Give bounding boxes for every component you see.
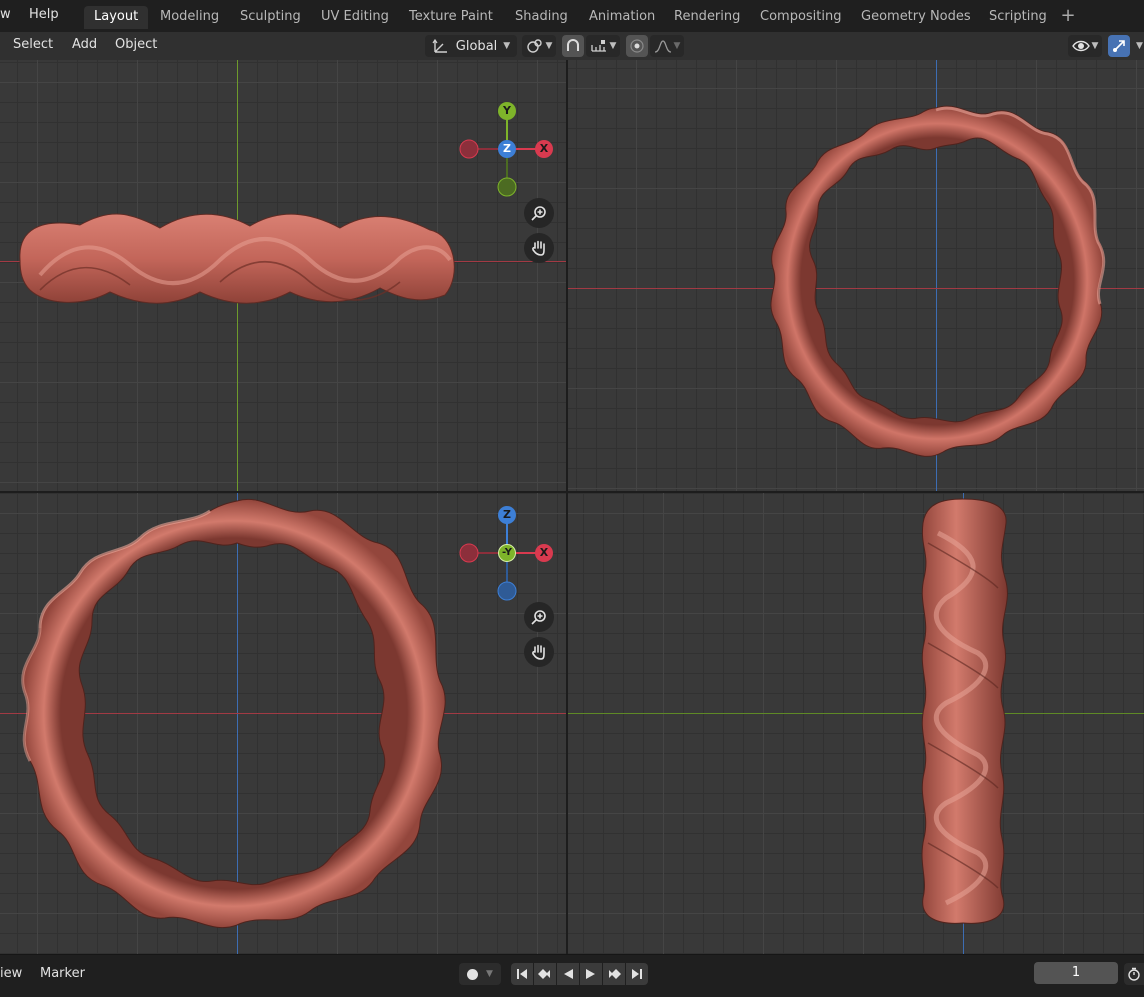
falloff-icon [654,40,671,53]
tab-scripting[interactable]: Scripting [979,6,1057,29]
jump-end-button[interactable] [626,963,648,985]
chevron-down-icon: ▼ [1091,41,1099,51]
viewport-bottom-right[interactable] [568,493,1144,954]
play-reverse-icon [564,969,573,979]
chevron-down-icon[interactable]: ▼ [1136,41,1143,51]
gizmo-axis-z[interactable]: Z [498,506,516,524]
zoom-button[interactable] [524,602,554,632]
tab-sculpting[interactable]: Sculpting [230,6,311,29]
zoom-button[interactable] [524,198,554,228]
viewport-divider-vertical[interactable] [566,60,568,954]
gizmo-axis-neg-y[interactable]: -Y [498,544,516,562]
snap-toggle[interactable] [562,35,584,57]
top-menu-bar: w Help Layout Modeling Sculpting UV Edit… [0,0,1144,32]
timeline-bar: iew Marker ▼ [0,954,1144,997]
current-frame-field[interactable]: 1 [1034,962,1118,984]
tab-rendering[interactable]: Rendering [664,6,750,29]
stopwatch-button[interactable] [1124,963,1144,985]
viewport-top-right[interactable] [568,60,1144,491]
gizmo-axis-x[interactable]: X [535,140,553,158]
navigation-gizmo[interactable] [0,60,566,491]
ring-object[interactable] [568,60,1144,491]
tab-animation[interactable]: Animation [579,6,665,29]
menu-view[interactable]: iew [0,966,22,981]
transform-orientation-value: Global [455,38,498,54]
navigation-gizmo[interactable] [0,493,566,954]
gizmo-axis-x[interactable]: X [535,544,553,562]
auto-keying-toggle[interactable]: ▼ [459,963,501,985]
menu-object[interactable]: Object [115,37,157,52]
zoom-icon [531,206,546,221]
tab-modeling[interactable]: Modeling [150,6,229,29]
snap-increment-icon [590,40,606,52]
menu-marker[interactable]: Marker [40,966,85,981]
chevron-down-icon: ▼ [609,41,617,51]
menu-view[interactable]: w [0,7,11,22]
stopwatch-icon [1128,967,1140,981]
zoom-icon [531,610,546,625]
jump-end-icon [632,969,642,979]
hand-icon [532,644,545,660]
visibility-dropdown[interactable]: ▼ [1068,35,1102,57]
next-keyframe-button[interactable] [603,963,625,985]
viewport-bottom-left[interactable]: Z -Y X [0,493,566,954]
plus-icon[interactable]: + [1060,5,1076,27]
pan-button[interactable] [524,637,554,667]
chevron-down-icon: ▼ [545,41,553,51]
prev-keyframe-button[interactable] [534,963,556,985]
tab-uv-editing[interactable]: UV Editing [311,6,399,29]
snap-icon [567,39,579,51]
proportional-editing-toggle[interactable] [626,35,648,57]
gizmo-axis-y[interactable]: Y [498,102,516,120]
gizmo-axis-z[interactable]: Z [498,140,516,158]
chevron-down-icon: ▼ [673,41,681,51]
tab-texture-paint[interactable]: Texture Paint [399,6,503,29]
jump-start-button[interactable] [511,963,533,985]
play-icon [586,969,595,979]
menu-select[interactable]: Select [13,37,53,52]
pan-button[interactable] [524,233,554,263]
viewport-header: Select Add Object Global ▼ ▼ ▼ ▼ ▼ ▼ [0,32,1144,60]
prev-keyframe-icon [538,969,550,979]
transform-orientation-icon [432,38,447,53]
gizmo-toggle[interactable] [1108,35,1130,57]
play-button[interactable] [580,963,602,985]
play-reverse-button[interactable] [557,963,579,985]
pivot-point-icon [526,39,542,53]
hand-icon [532,240,545,256]
tab-layout[interactable]: Layout [84,6,149,29]
chevron-down-icon: ▼ [503,41,511,51]
gizmo-icon [1113,40,1125,52]
proportional-editing-icon [630,39,644,53]
tab-shading[interactable]: Shading [505,6,578,29]
viewport-top-left[interactable]: Y Z X [0,60,566,491]
menu-help[interactable]: Help [29,7,59,22]
falloff-dropdown[interactable]: ▼ [650,35,684,57]
pivot-point-dropdown[interactable]: ▼ [522,35,556,57]
transform-orientation-dropdown[interactable]: Global ▼ [425,35,517,57]
viewport-divider-horizontal[interactable] [0,491,1144,493]
visibility-icon [1071,40,1090,52]
ring-object[interactable] [568,493,1144,954]
chevron-down-icon: ▼ [486,969,493,979]
menu-add[interactable]: Add [72,37,97,52]
tab-geometry-nodes[interactable]: Geometry Nodes [851,6,981,29]
record-icon [467,968,479,980]
tab-compositing[interactable]: Compositing [750,6,852,29]
jump-start-icon [517,969,527,979]
next-keyframe-icon [609,969,621,979]
snap-target-dropdown[interactable]: ▼ [586,35,620,57]
